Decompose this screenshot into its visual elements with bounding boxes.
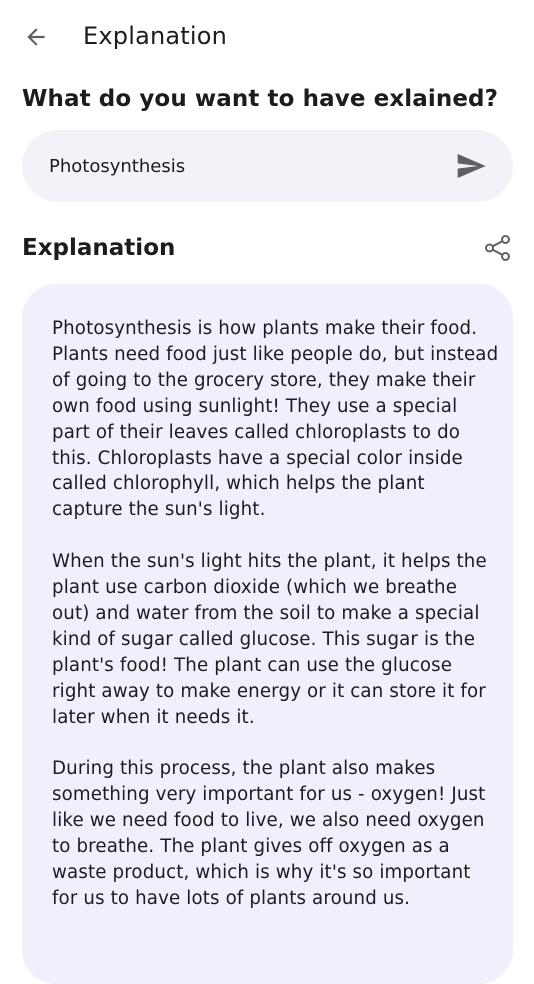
explanation-paragraph: Photosynthesis is how plants make their … [52, 318, 499, 521]
page-title: Explanation [83, 22, 228, 50]
explanation-paragraph: When the sun's light hits the plant, it … [52, 551, 487, 728]
send-icon [457, 154, 486, 178]
question-heading: What do you want to have exlained? [22, 86, 499, 112]
back-button[interactable] [14, 15, 58, 59]
share-icon [485, 235, 510, 261]
explanation-text: Photosynthesis is how plants make their … [52, 316, 500, 938]
topic-input[interactable] [49, 149, 439, 183]
explanation-card: Photosynthesis is how plants make their … [22, 284, 513, 984]
arrow-back-icon [27, 28, 45, 46]
explanation-paragraph: During this process, the plant also make… [52, 758, 486, 909]
explanation-heading: Explanation [22, 235, 176, 261]
app-bar: Explanation [0, 0, 534, 74]
send-button[interactable] [453, 148, 489, 184]
topic-input-container [22, 130, 513, 202]
share-button[interactable] [478, 228, 518, 268]
